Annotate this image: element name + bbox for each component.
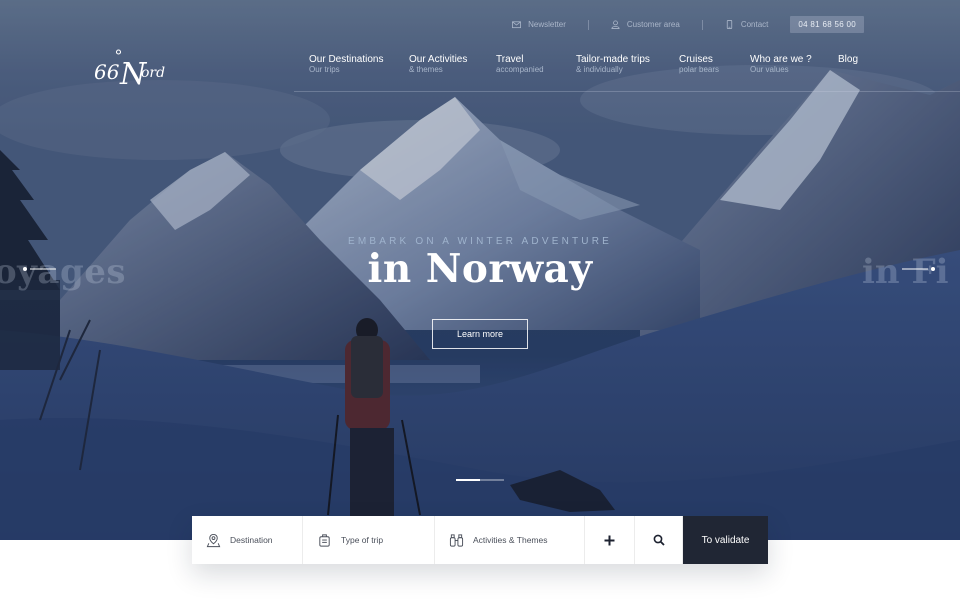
nav-subtitle: & individually (576, 65, 623, 74)
user-icon (611, 20, 620, 29)
customer-area-label: Customer area (626, 20, 680, 29)
divider (587, 19, 589, 30)
nav-subtitle: Our values (750, 65, 789, 74)
nav-tailor-made[interactable]: Tailor-made trips & individually (576, 54, 650, 74)
nav-title: Cruises (679, 54, 713, 65)
trip-type-select[interactable]: Type of trip (303, 516, 435, 564)
nav-title: Blog (838, 54, 859, 65)
activities-label: Activities & Themes (473, 535, 548, 545)
nav-our-destinations[interactable]: Our Destinations Our trips (309, 54, 383, 74)
nav-cruises[interactable]: Cruises polar bears (679, 54, 719, 74)
mail-icon (512, 21, 522, 29)
suitcase-icon (319, 533, 330, 547)
nav-subtitle: polar bears (679, 65, 720, 74)
nav-title: Tailor-made trips (576, 54, 650, 65)
map-pin-icon (206, 533, 221, 547)
nav-travel[interactable]: Travel accompanied (496, 54, 544, 74)
nav-title: Our Destinations (309, 54, 384, 65)
nav-divider (294, 91, 960, 92)
trip-type-label: Type of trip (341, 535, 384, 545)
learn-more-button[interactable]: Learn more (432, 319, 528, 349)
nav-subtitle: accompanied (496, 65, 544, 74)
hero-headline: in Norway (367, 246, 593, 292)
contact-label: Contact (740, 20, 769, 29)
utility-bar: Newsletter Customer area Contact 04 81 6… (512, 16, 864, 33)
more-filters-button[interactable] (585, 516, 635, 564)
contact-link[interactable]: Contact (725, 20, 769, 29)
nav-title: Our Activities (409, 54, 468, 65)
search-icon (653, 534, 665, 546)
customer-area-link[interactable]: Customer area (611, 20, 680, 29)
trip-search-bar: Destination Type of trip Activities & Th… (192, 516, 768, 564)
nav-blog[interactable]: Blog (838, 54, 858, 65)
nav-who-are-we[interactable]: Who are we ? Our values (750, 54, 812, 74)
destination-label: Destination (230, 535, 273, 545)
plus-icon (604, 535, 615, 545)
nav-title: Who are we ? (750, 54, 812, 65)
brand-logo[interactable]: 66 N ord (94, 40, 174, 90)
phone-icon (726, 20, 732, 29)
nav-subtitle: Our trips (309, 65, 340, 74)
slide-progress-indicator (456, 479, 504, 481)
destination-select[interactable]: Destination (192, 516, 303, 564)
activities-select[interactable]: Activities & Themes (435, 516, 585, 564)
newsletter-label: Newsletter (528, 20, 566, 29)
svg-text:66: 66 (94, 60, 120, 84)
newsletter-link[interactable]: Newsletter (512, 20, 566, 29)
nav-title: Travel (496, 54, 524, 65)
slide-progress-fill (456, 479, 480, 481)
validate-button[interactable]: To validate (683, 516, 768, 564)
search-button[interactable] (635, 516, 683, 564)
nav-our-activities[interactable]: Our Activities & themes (409, 54, 467, 74)
slide-progress-track (480, 479, 504, 481)
svg-text:ord: ord (141, 65, 165, 81)
divider (701, 19, 703, 30)
nav-subtitle: & themes (409, 65, 443, 74)
binoculars-icon (449, 533, 464, 547)
phone-number-button[interactable]: 04 81 68 56 00 (790, 16, 864, 33)
